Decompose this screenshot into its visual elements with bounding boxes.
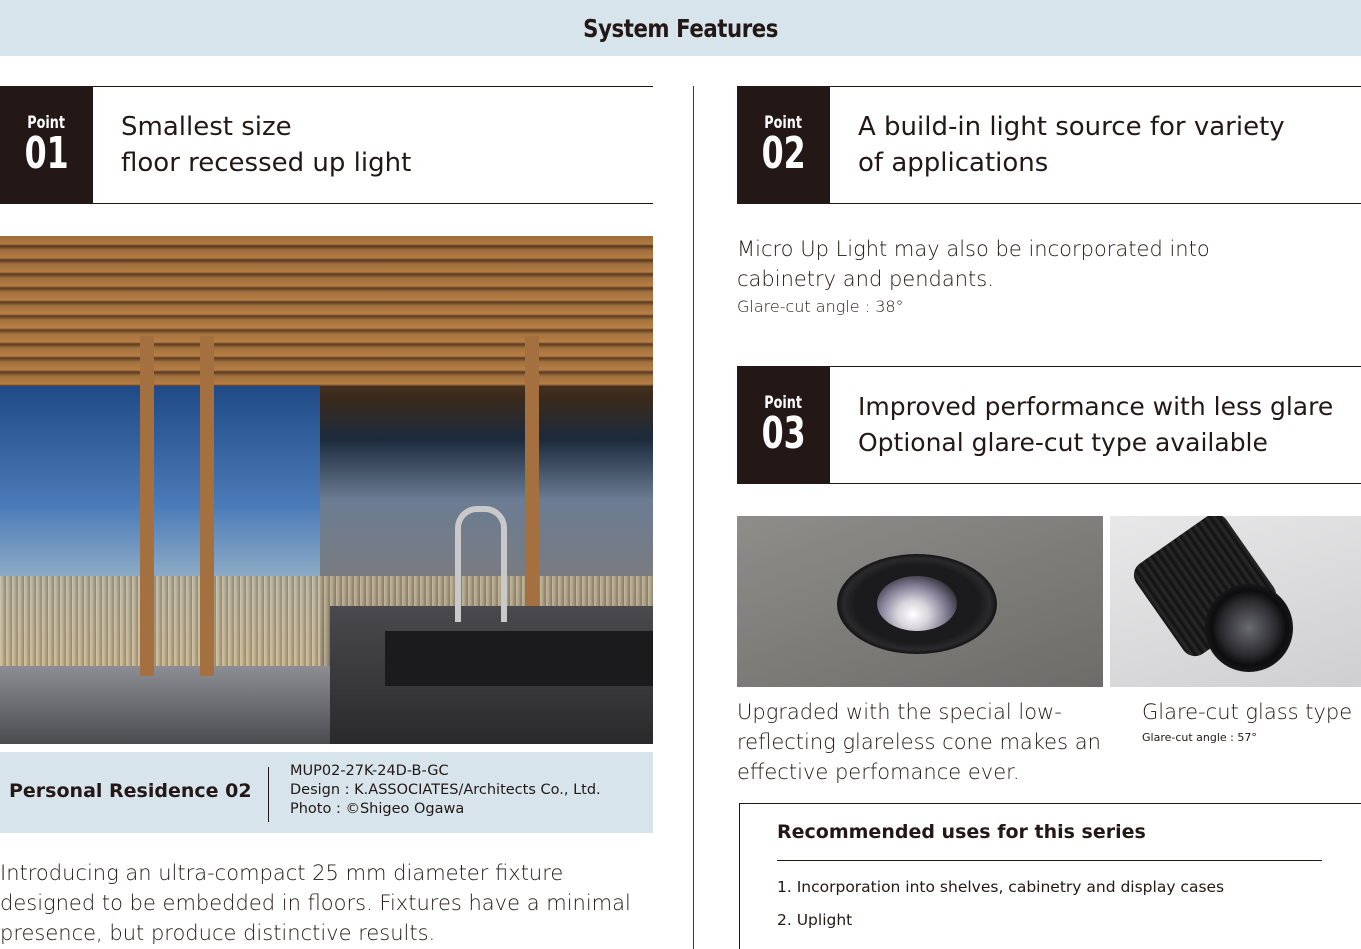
recommended-divider	[777, 860, 1322, 861]
point-03-title: Improved performance with less glare Opt…	[858, 392, 1334, 457]
residence-photo	[0, 236, 653, 744]
glare-cut-angle-note: Glare-cut angle : 57°	[1142, 731, 1257, 744]
point-01-title: Smallest size floor recessed up light	[121, 112, 412, 178]
point-01-badge: Point 01	[0, 87, 93, 203]
glareless-cone-caption: Upgraded with the special low-reflecting…	[737, 700, 1101, 784]
point-02-angle: Glare-cut angle : 38°	[737, 297, 904, 316]
caption-design: Design : K.ASSOCIATES/Architects Co., Lt…	[290, 782, 601, 798]
glareless-cone-photo	[737, 516, 1103, 687]
caption-separator	[268, 767, 269, 822]
point-03-badge: Point 03	[737, 367, 830, 483]
point-01-description: Introducing an ultra-compact 25 mm diame…	[0, 861, 631, 945]
photo-ceiling	[0, 236, 653, 386]
caption-model: MUP02-27K-24D-B-GC	[290, 763, 449, 779]
point-03-heading: Point 03 Improved performance with less …	[737, 366, 1361, 484]
point-number: 02	[761, 127, 806, 179]
photo-post	[200, 336, 214, 676]
point-02-title: A build-in light source for variety of a…	[858, 112, 1285, 178]
column-divider	[693, 86, 694, 949]
recommended-item: 2. Uplight	[777, 911, 853, 929]
point-02-badge: Point 02	[737, 87, 830, 203]
page-header: System Features	[0, 0, 1361, 56]
point-02-line1: Micro Up Light may also be incorporated …	[737, 237, 1210, 261]
recommended-item: 1. Incorporation into shelves, cabinetry…	[777, 878, 1225, 896]
point-02-line2: cabinetry and pendants.	[737, 267, 994, 291]
caption-details: MUP02-27K-24D-B-GC Design : K.ASSOCIATES…	[290, 762, 601, 819]
point-number: 03	[761, 407, 806, 459]
photo-post	[140, 336, 154, 676]
point-02-description: Micro Up Light may also be incorporated …	[737, 234, 1357, 320]
fixture-lens	[877, 576, 957, 631]
point-02-heading: Point 02 A build-in light source for var…	[737, 86, 1361, 204]
page-title: System Features	[583, 13, 778, 43]
recommended-uses-box: Recommended uses for this series 1. Inco…	[739, 803, 1361, 949]
glare-cut-glass-caption: Glare-cut glass type	[1142, 700, 1353, 724]
point-number: 01	[24, 127, 69, 179]
photo-tap	[455, 506, 507, 622]
fixture-face	[1205, 584, 1293, 672]
photo-sink	[385, 631, 653, 686]
caption-project-name: Personal Residence 02	[9, 780, 252, 802]
photo-caption: Personal Residence 02 MUP02-27K-24D-B-GC…	[0, 752, 653, 833]
caption-photo-credit: Photo : ©Shigeo Ogawa	[290, 801, 465, 817]
point-01-heading: Point 01 Smallest size floor recessed up…	[0, 86, 653, 204]
glare-cut-glass-photo	[1110, 516, 1361, 687]
recommended-title: Recommended uses for this series	[777, 821, 1146, 843]
